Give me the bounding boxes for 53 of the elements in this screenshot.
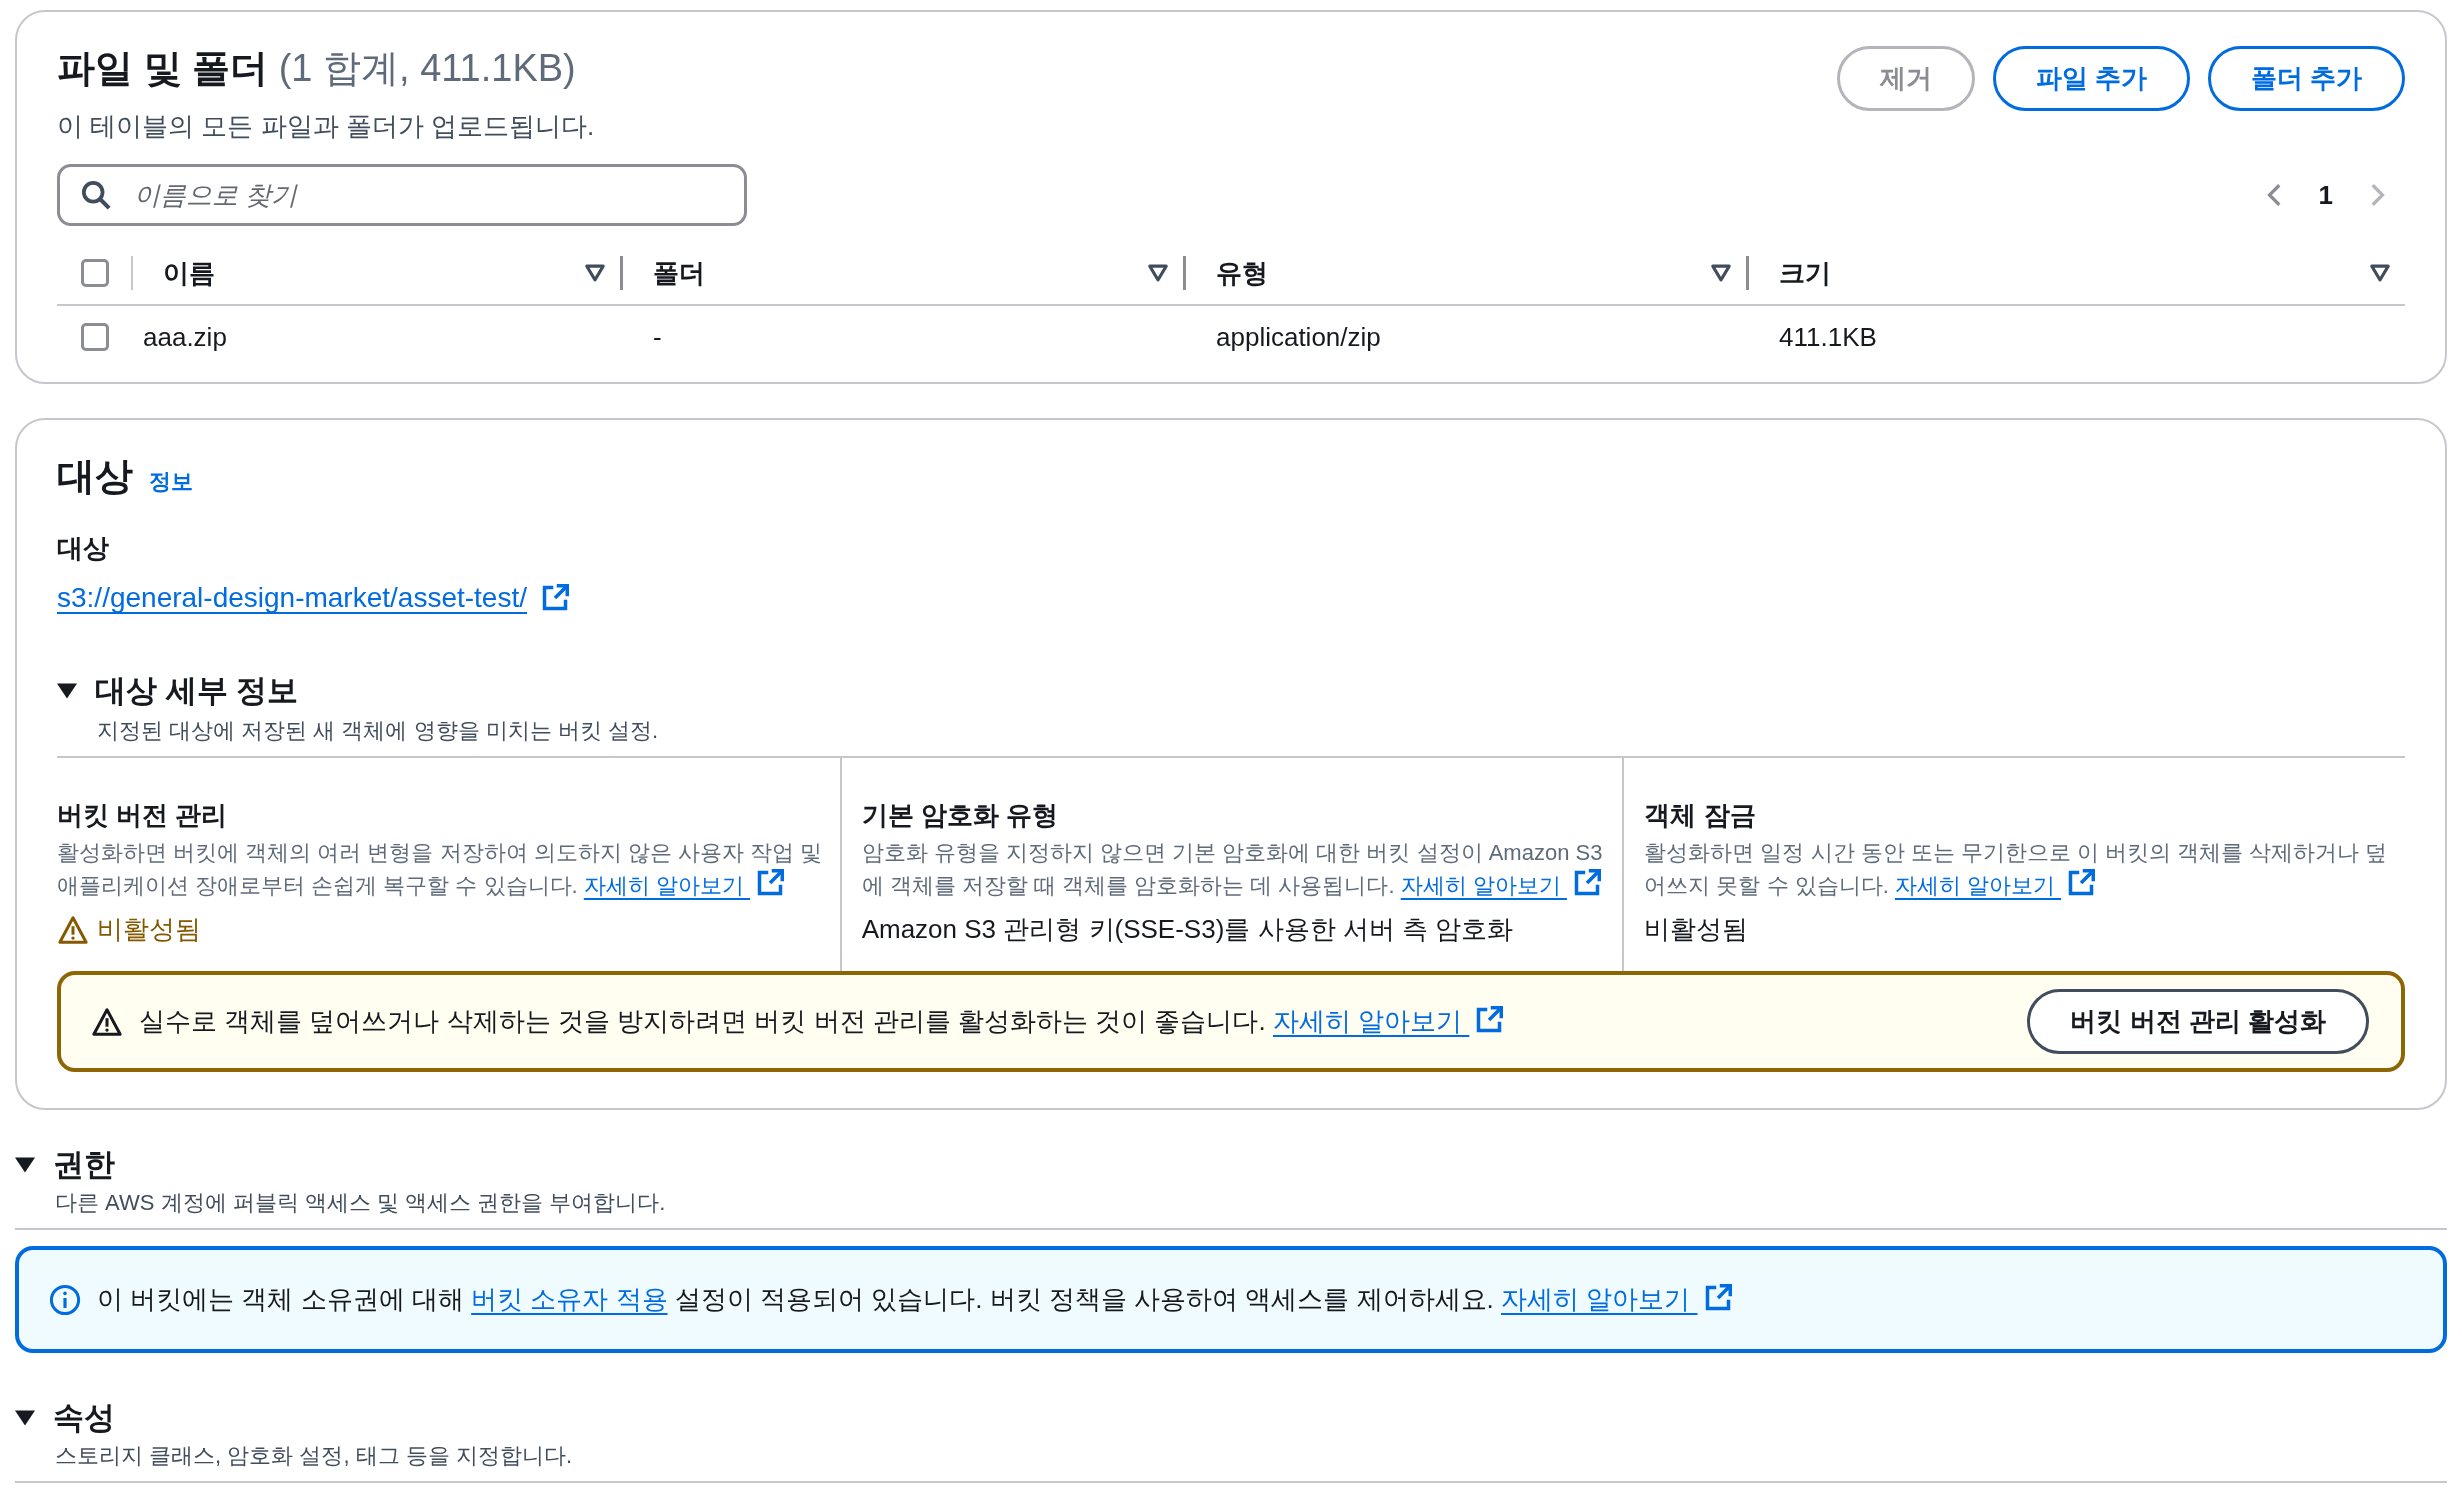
info-message: 이 버킷에는 객체 소유권에 대해 버킷 소유자 적용 설정이 적용되어 있습니다. 버킷 정책을 사용하여 액세스를 제어하세요. 자세히 알아보기 bbox=[97, 1282, 1732, 1318]
warning-icon bbox=[57, 914, 89, 945]
learn-more-link[interactable]: 자세히 알아보기 bbox=[1501, 1284, 1732, 1315]
external-link-icon bbox=[1703, 1284, 1732, 1313]
column-header[interactable]: 크기 bbox=[1779, 255, 2369, 291]
column-header[interactable]: 유형 bbox=[1216, 255, 1710, 291]
row-checkbox[interactable] bbox=[81, 323, 109, 352]
setting-value: 비활성됨 bbox=[97, 913, 201, 947]
setting-description: 활성화하면 일정 시간 동안 또는 무기한으로 이 버킷의 객체를 삭제하거나 덮어쓰지 못할 수 있습니다. 자세히 알아보기 bbox=[1644, 839, 2389, 901]
panel-title: 대상 bbox=[57, 454, 133, 500]
panel-title: 파일 및 폴더 (1 합계, 411.1KB) bbox=[57, 46, 577, 91]
info-icon bbox=[49, 1283, 81, 1316]
panel-description: 이 테이블의 모든 파일과 폴더가 업로드됩니다. bbox=[57, 110, 595, 144]
column-header[interactable]: 이름 bbox=[163, 255, 584, 291]
column-header[interactable]: 폴더 bbox=[653, 255, 1147, 291]
warning-icon bbox=[91, 1006, 123, 1037]
section-description: 지정된 대상에 저장된 새 객체에 영향을 미치는 버킷 설정. bbox=[57, 716, 2405, 759]
alert-message: 실수로 객체를 덮어쓰거나 삭제하는 것을 방지하려면 버킷 버전 관리를 활성화하는 것이 좋습니다. 자세히 알아보기 bbox=[139, 1004, 1504, 1040]
learn-more-link[interactable]: 자세히 알아보기 bbox=[1272, 1006, 1504, 1037]
setting-title: 기본 암호화 유형 bbox=[861, 799, 1060, 833]
external-link-icon bbox=[756, 869, 785, 898]
learn-more-link[interactable]: 자세히 알아보기 bbox=[1400, 873, 1601, 899]
table-cell: application/zip bbox=[1216, 321, 1381, 353]
setting-title: 버킷 버전 관리 bbox=[57, 799, 229, 833]
destination-link[interactable]: s3://general-design-market/asset-test/ bbox=[57, 582, 569, 615]
section-toggle[interactable]: 속성 bbox=[53, 1397, 115, 1440]
add-button[interactable]: 파일 추가 bbox=[1992, 46, 2190, 111]
info-link[interactable]: 정보 bbox=[149, 467, 193, 498]
table-cell: - bbox=[653, 321, 662, 353]
setting-value: 비활성됨 bbox=[1644, 913, 1749, 947]
field-label: 대상 bbox=[57, 532, 110, 566]
external-link-icon bbox=[541, 584, 569, 613]
add-button[interactable]: 폴더 추가 bbox=[2207, 46, 2405, 111]
section-toggle[interactable]: 권한 bbox=[53, 1144, 115, 1187]
table-cell: aaa.zip bbox=[143, 321, 227, 353]
learn-more-link[interactable]: 자세히 알아보기 bbox=[583, 873, 785, 899]
section-description: 스토리지 클래스, 암호화 설정, 태그 등을 지정합니다. bbox=[15, 1441, 2447, 1484]
external-link-icon bbox=[2067, 869, 2096, 898]
enable-versioning-button[interactable]: 버킷 버전 관리 활성화 bbox=[2027, 989, 2369, 1055]
setting-description: 활성화하면 버킷에 객체의 여러 변형을 저장하여 의도하지 않은 사용자 작업 및 애플리케이션 장애로부터 손쉽게 복구할 수 있습니다. 자세히 알아보기 bbox=[57, 839, 824, 901]
external-link-icon bbox=[1572, 869, 1601, 898]
setting-description: 암호화 유형을 지정하지 않으면 기본 암호화에 대한 버킷 설정이 Amazon S3에 객체를 저장할 때 객체를 암호화하는 데 사용됩니다. 자세히 알아보기 bbox=[861, 839, 1604, 901]
table-cell: 411.1KB bbox=[1779, 321, 1877, 353]
setting-title: 객체 잠금 bbox=[1644, 799, 1757, 833]
section-toggle[interactable]: 대상 세부 정보 bbox=[95, 670, 299, 713]
section-description: 다른 AWS 계정에 퍼블릭 액세스 및 액세스 권한을 부여합니다. bbox=[15, 1188, 2447, 1231]
learn-more-link[interactable]: 자세히 알아보기 bbox=[1894, 873, 2096, 899]
setting-value: Amazon S3 관리형 키(SSE-S3)를 사용한 서버 측 암호화 bbox=[861, 913, 1514, 947]
search-field[interactable]: 이름으로 찾기 bbox=[57, 164, 747, 227]
page-number[interactable]: 1 bbox=[2318, 179, 2333, 211]
external-link-icon bbox=[1475, 1006, 1504, 1035]
select-all-checkbox[interactable] bbox=[81, 259, 109, 288]
ownership-link[interactable]: 버킷 소유자 적용 bbox=[471, 1284, 668, 1315]
